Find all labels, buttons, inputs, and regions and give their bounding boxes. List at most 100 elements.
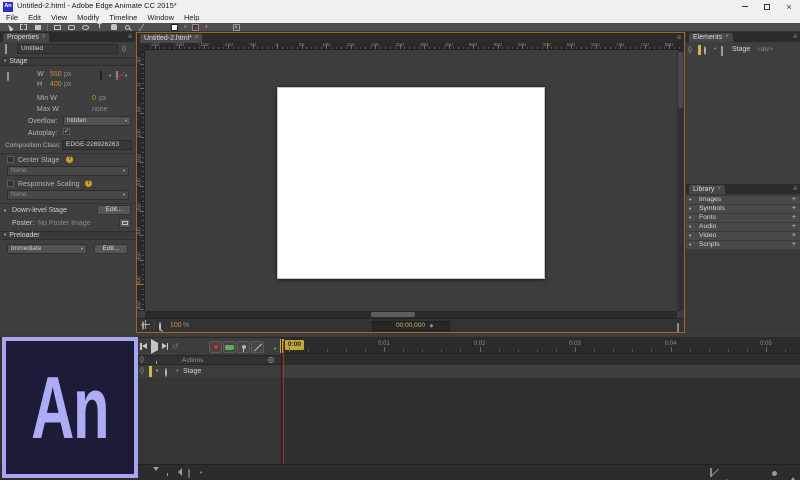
add-asset-button[interactable]: + (792, 196, 796, 204)
play-button[interactable] (150, 339, 158, 354)
chevron-down-icon[interactable]: ▾ (274, 346, 276, 352)
stage-section-header[interactable]: ▾ Stage (0, 57, 135, 66)
selection-tool[interactable] (5, 22, 14, 32)
chevron-down-icon[interactable]: ▾ (125, 73, 127, 79)
library-section-images[interactable]: ▾ Images + (686, 196, 800, 204)
open-actions-icon[interactable]: {} (140, 368, 144, 375)
menu-window[interactable]: Window (147, 13, 174, 22)
add-asset-button[interactable]: + (792, 223, 796, 231)
chevron-down-icon[interactable]: ▾ (184, 24, 186, 30)
fill-color-swatch[interactable] (170, 23, 179, 31)
add-asset-button[interactable]: + (792, 232, 796, 240)
help-icon[interactable]: ? (85, 180, 92, 187)
auto-keyframe-button[interactable] (209, 341, 222, 353)
panel-menu-icon[interactable]: -≡ (677, 35, 681, 42)
scrollbar-thumb[interactable] (371, 312, 415, 317)
chevron-down-icon[interactable]: ▾ (205, 24, 207, 30)
library-section-symbols[interactable]: ▾ Symbols + (686, 205, 800, 213)
rectangle-tool[interactable] (53, 23, 62, 31)
panel-menu-icon[interactable]: -≡ (793, 186, 797, 193)
overflow-dropdown[interactable]: hidden ▾ (63, 116, 131, 126)
center-stage-icon[interactable] (142, 321, 144, 330)
visibility-eye-icon[interactable] (165, 368, 167, 377)
menu-view[interactable]: View (51, 13, 67, 22)
auto-transition-button[interactable] (223, 341, 236, 353)
center-stage-checkbox[interactable] (7, 156, 14, 163)
ellipse-tool[interactable] (81, 23, 90, 31)
timeline-ruler[interactable]: 0:00 0:01 0:02 0:03 0:04 0:05 (280, 338, 800, 354)
filter-funnel-icon[interactable] (153, 467, 159, 479)
panel-menu-icon[interactable]: -≡ (128, 34, 132, 41)
horizontal-scrollbar[interactable] (145, 311, 677, 318)
height-unit[interactable]: px (64, 81, 71, 89)
maximize-button[interactable] (756, 0, 778, 13)
visibility-eye-icon[interactable] (704, 46, 706, 55)
zoom-value[interactable]: 100 (170, 322, 182, 330)
menu-help[interactable]: Help (184, 13, 199, 22)
clipping-tool[interactable] (33, 23, 42, 31)
text-tool[interactable]: T (95, 23, 104, 31)
library-section-audio[interactable]: ▾ Audio + (686, 223, 800, 231)
tab-properties[interactable]: Properties × (3, 33, 50, 42)
easing-button[interactable] (251, 341, 264, 353)
canvas-area[interactable] (145, 50, 679, 311)
min-w-value[interactable]: 0 (92, 95, 96, 103)
library-section-scripts[interactable]: ▾ Scripts + (686, 241, 800, 249)
composition-name-input[interactable]: Untitled (17, 44, 118, 54)
height-value[interactable]: 400 (50, 81, 62, 89)
timeline-divider[interactable] (281, 338, 282, 464)
min-w-unit[interactable]: px (99, 95, 106, 103)
stage-border-swatch[interactable] (116, 71, 118, 80)
zoom-to-fit-icon[interactable] (710, 468, 712, 477)
add-asset-button[interactable]: + (792, 205, 796, 213)
responsive-scaling-checkbox[interactable] (7, 180, 14, 187)
open-actions-icon[interactable]: {} (688, 47, 692, 54)
vertical-scrollbar[interactable] (677, 50, 684, 311)
close-icon[interactable]: × (195, 35, 199, 42)
chevron-down-icon[interactable]: ▾ (200, 470, 202, 476)
rewind-button[interactable] (140, 343, 147, 351)
library-section-video[interactable]: ▾ Video + (686, 232, 800, 240)
menu-modify[interactable]: Modify (77, 13, 99, 22)
center-stage-dropdown[interactable]: None ▾ (7, 166, 129, 176)
loop-icon[interactable]: ↺ (172, 343, 179, 351)
scrollbar-thumb[interactable] (678, 52, 683, 108)
poster-capture-button[interactable] (119, 218, 131, 228)
chevron-down-icon[interactable]: ▾ (109, 73, 111, 79)
preloader-section-header[interactable]: ▾ Preloader (0, 231, 135, 240)
panel-menu-icon[interactable]: -≡ (793, 34, 797, 41)
max-w-value[interactable]: none (92, 106, 108, 114)
close-icon[interactable]: × (42, 34, 46, 41)
preloader-edit-button[interactable]: Edit... (94, 244, 128, 254)
timecode-display[interactable]: 00:00,000 ◆ (371, 321, 450, 331)
tab-document[interactable]: Untitled-2.html* × (140, 34, 203, 43)
chevron-down-icon[interactable]: ▾ (156, 368, 158, 374)
width-value[interactable]: 550 (50, 71, 62, 79)
element-row-stage[interactable]: {} • Stage <div> (686, 45, 800, 56)
chevron-icon[interactable]: ▾ (4, 208, 6, 214)
slider-handle[interactable] (772, 471, 777, 476)
responsive-scaling-dropdown[interactable]: None ▾ (7, 190, 129, 200)
keyboard-shortcuts-icon[interactable] (188, 469, 190, 478)
link-wh-icon[interactable] (7, 72, 9, 81)
width-unit[interactable]: px (64, 71, 71, 79)
border-color-swatch[interactable] (191, 23, 200, 31)
help-icon[interactable]: ? (66, 156, 73, 163)
tab-elements[interactable]: Elements × (689, 33, 733, 42)
timeline-row-stage[interactable]: {} ▾ • Stage (136, 365, 281, 378)
pin-playhead-button[interactable] (237, 341, 250, 353)
menu-timeline[interactable]: Timeline (109, 13, 137, 22)
close-icon[interactable]: × (717, 186, 721, 193)
stage-color-swatch[interactable] (100, 71, 102, 80)
zoom-tool[interactable] (123, 23, 132, 31)
tab-library[interactable]: Library × (689, 185, 725, 194)
composition-class-input[interactable]: EDGE-226926263 (62, 140, 132, 150)
autoplay-checkbox[interactable]: ✓ (63, 128, 70, 135)
timeline-track-stage[interactable] (282, 365, 800, 378)
add-asset-button[interactable]: + (792, 214, 796, 222)
zoom-icon[interactable] (159, 322, 161, 331)
open-actions-icon[interactable]: {} (122, 46, 126, 53)
step-forward-button[interactable] (161, 343, 168, 351)
add-asset-button[interactable]: + (792, 241, 796, 249)
hand-tool[interactable] (109, 23, 118, 31)
